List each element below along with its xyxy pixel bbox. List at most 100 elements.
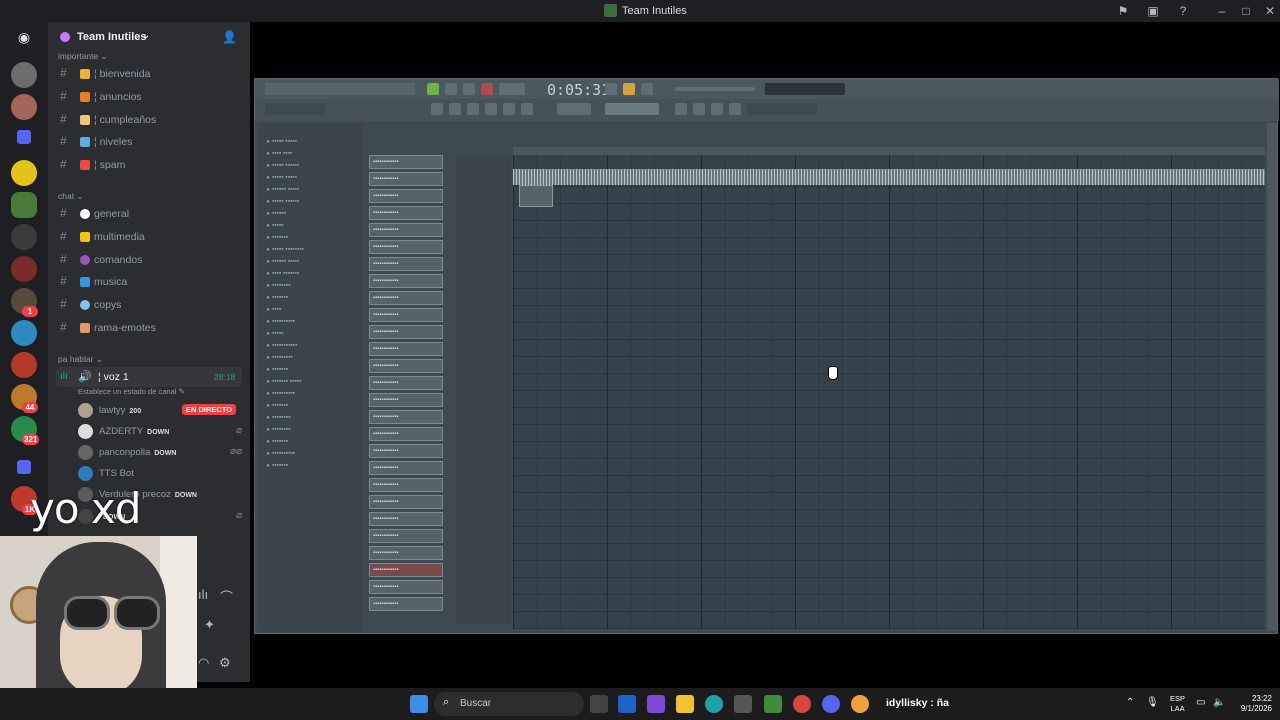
browser-item[interactable]: ▸ ▪▪▪▪ ▪▪▪▪▪▪▪ (267, 269, 299, 277)
wait-input-icon[interactable] (623, 83, 635, 95)
discord-home-icon[interactable]: ◉ (14, 30, 34, 44)
clip-item[interactable]: ▪▪▪▪▪▪▪▪▪▪▪▪ (369, 393, 443, 407)
browser-item[interactable]: ▸ ▪▪▪▪▪▪▪ (267, 233, 288, 241)
edge-icon[interactable] (705, 695, 723, 713)
maximize-button[interactable]: □ (1238, 3, 1254, 19)
play-button[interactable] (445, 83, 457, 95)
clip-item[interactable]: ▪▪▪▪▪▪▪▪▪▪▪▪ (369, 529, 443, 543)
pattern-selector[interactable] (605, 103, 659, 115)
browser-item[interactable]: ▸ ▪▪▪▪▪▪▪▪▪▪ (267, 449, 295, 457)
voice-user[interactable]: panconpolla DOWN ⌀⌀ (78, 444, 248, 462)
browser-item[interactable]: ▸ ▪▪▪▪▪▪▪▪ (267, 281, 291, 289)
browser-item[interactable]: ▸ ▪▪▪▪▪ ▪▪▪▪▪ (267, 137, 297, 145)
clip-item[interactable]: ▪▪▪▪▪▪▪▪▪▪▪▪ (369, 495, 443, 509)
server-icon[interactable] (11, 320, 37, 346)
minimize-button[interactable]: – (1214, 3, 1230, 19)
server-icon[interactable] (11, 352, 37, 378)
fl-studio-icon[interactable] (851, 695, 869, 713)
clip-item[interactable]: ▪▪▪▪▪▪▪▪▪▪▪▪ (369, 257, 443, 271)
channel-spam[interactable]: # ¦ spam (56, 155, 242, 175)
channel-musica[interactable]: # musica (56, 272, 242, 292)
clip-item[interactable]: ▪▪▪▪▪▪▪▪▪▪▪▪ (369, 308, 443, 322)
voice-channel-voz-1[interactable]: ılı 🔊 ¦ voz 1 28:18 (56, 367, 242, 387)
master-volume-slider[interactable] (675, 87, 755, 91)
browser-item[interactable]: ▸ ▪▪▪▪▪ ▪▪▪▪▪▪▪▪ (267, 245, 304, 253)
server-icon[interactable] (11, 62, 37, 88)
clip-item[interactable]: ▪▪▪▪▪▪▪▪▪▪▪▪ (369, 206, 443, 220)
voice-user[interactable]: AZDERTY DOWN ⌀ (78, 423, 248, 441)
voice-user[interactable]: lawtyy 200 EN DIRECTO (78, 402, 248, 420)
playlist-grid[interactable] (513, 155, 1265, 629)
pattern-mode-button[interactable] (427, 83, 439, 95)
browser-item[interactable]: ▸ ▪▪▪▪▪▪▪ (267, 461, 288, 469)
browser-item[interactable]: ▸ ▪▪▪▪▪▪ ▪▪▪▪▪ (267, 257, 299, 265)
file-explorer-icon[interactable] (676, 695, 694, 713)
chevron-up-icon[interactable]: ⌃ (1126, 697, 1134, 708)
tool-icon[interactable] (729, 103, 741, 115)
channel-comandos[interactable]: # comandos (56, 250, 242, 270)
timeline-ruler[interactable] (513, 147, 1265, 155)
metronome-icon[interactable] (605, 83, 617, 95)
browser-item[interactable]: ▸ ▪▪▪▪▪▪ (267, 209, 286, 217)
browser-item[interactable]: ▸ ▪▪▪▪ ▪▪▪▪ (267, 149, 292, 157)
channel-niveles[interactable]: # ¦ niveles (56, 132, 242, 152)
clip-item[interactable]: ▪▪▪▪▪▪▪▪▪▪▪▪ (369, 155, 443, 169)
clip-item[interactable]: ▪▪▪▪▪▪▪▪▪▪▪▪ (369, 274, 443, 288)
server-icon[interactable] (11, 94, 37, 120)
browser-item[interactable]: ▸ ▪▪▪▪▪▪▪▪ (267, 425, 291, 433)
tool-icon[interactable] (485, 103, 497, 115)
folder-icon[interactable] (17, 460, 31, 474)
stop-button[interactable] (463, 83, 475, 95)
tool-icon[interactable] (467, 103, 479, 115)
server-icon[interactable] (11, 192, 37, 218)
clip-item[interactable]: ▪▪▪▪▪▪▪▪▪▪▪▪ (369, 597, 443, 611)
clip-item[interactable]: ▪▪▪▪▪▪▪▪▪▪▪▪ (369, 410, 443, 424)
clip-item[interactable]: ▪▪▪▪▪▪▪▪▪▪▪▪ (369, 461, 443, 475)
clip-item[interactable]: ▪▪▪▪▪▪▪▪▪▪▪▪ (369, 444, 443, 458)
channel-rama-emotes[interactable]: # rama-emotes (56, 318, 242, 338)
pattern-clip[interactable] (519, 185, 553, 207)
add-member-icon[interactable]: 👤 (222, 30, 237, 44)
microphone-icon[interactable]: 🎙 (1146, 697, 1159, 708)
channel-general[interactable]: # general (56, 204, 242, 224)
clip-item[interactable]: ▪▪▪▪▪▪▪▪▪▪▪▪ (369, 580, 443, 594)
clip-item[interactable]: ▪▪▪▪▪▪▪▪▪▪▪▪ (369, 189, 443, 203)
clip-item[interactable]: ▪▪▪▪▪▪▪▪▪▪▪▪ (369, 376, 443, 390)
soundboard-icon[interactable]: ✦ (204, 617, 215, 633)
clip-item[interactable]: ▪▪▪▪▪▪▪▪▪▪▪▪ (369, 325, 443, 339)
browser-item[interactable]: ▸ ▪▪▪▪▪▪▪▪▪▪ (267, 389, 295, 397)
browser-item[interactable]: ▸ ▪▪▪▪▪▪▪▪ (267, 413, 291, 421)
clip-item[interactable]: ▪▪▪▪▪▪▪▪▪▪▪▪ (369, 512, 443, 526)
browser-item[interactable]: ▸ ▪▪▪▪ (267, 305, 281, 313)
tool-icon[interactable] (521, 103, 533, 115)
browser-item[interactable]: ▸ ▪▪▪▪▪▪▪ (267, 293, 288, 301)
browser-item[interactable]: ▸ ▪▪▪▪▪ ▪▪▪▪▪▪ (267, 197, 299, 205)
server-header[interactable]: Team Inutiles ⌄ 👤 (48, 22, 250, 54)
browser-item[interactable]: ▸ ▪▪▪▪▪▪▪ (267, 365, 288, 373)
teams-icon[interactable] (647, 695, 665, 713)
tool-icon[interactable] (503, 103, 515, 115)
browser-item[interactable]: ▸ ▪▪▪▪▪▪▪ ▪▪▪▪▪ (267, 377, 302, 385)
snap-selector[interactable] (557, 103, 591, 115)
tool-icon[interactable] (431, 103, 443, 115)
task-view-icon[interactable] (590, 695, 608, 713)
browser-item[interactable]: ▸ ▪▪▪▪▪▪▪▪▪▪ (267, 317, 295, 325)
tool-icon[interactable] (675, 103, 687, 115)
category-importante[interactable]: importante ⌄ (58, 51, 108, 62)
monitor-icon[interactable]: ▣ (1146, 4, 1160, 18)
channel-bienvenida[interactable]: # ¦ bienvenida (56, 64, 242, 84)
tool-icon[interactable] (693, 103, 705, 115)
clip-item[interactable]: ▪▪▪▪▪▪▪▪▪▪▪▪ (369, 291, 443, 305)
clip-item[interactable]: ▪▪▪▪▪▪▪▪▪▪▪▪ (369, 359, 443, 373)
fl-menu-bar[interactable] (265, 83, 415, 95)
browser-item[interactable]: ▸ ▪▪▪▪▪▪▪▪▪▪▪ (267, 341, 297, 349)
browser-item[interactable]: ▸ ▪▪▪▪▪ ▪▪▪▪▪ (267, 173, 297, 181)
network-icon[interactable]: ▭ (1196, 697, 1205, 708)
server-icon[interactable] (11, 224, 37, 250)
channel-status-prompt[interactable]: Establece un estado de canal ✎ (78, 387, 185, 396)
chrome-icon[interactable] (793, 695, 811, 713)
browser-item[interactable]: ▸ ▪▪▪▪▪ (267, 329, 284, 337)
disconnect-icon[interactable]: ⌒ (220, 587, 233, 606)
minecraft-icon[interactable] (764, 695, 782, 713)
browser-item[interactable]: ▸ ▪▪▪▪▪ ▪▪▪▪▪▪ (267, 161, 299, 169)
